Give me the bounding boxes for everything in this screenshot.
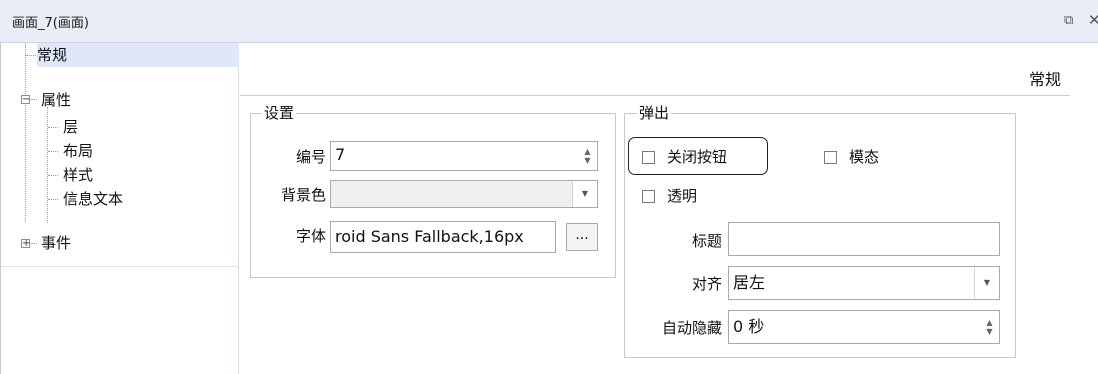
- font-browse-button[interactable]: ...: [566, 223, 598, 251]
- restore-icon[interactable]: ⧉: [1064, 13, 1073, 28]
- tree-connector: [25, 43, 26, 222]
- popup-legend: 弹出: [637, 102, 672, 123]
- number-label: 编号: [295, 148, 326, 166]
- tree-connector: [31, 243, 37, 244]
- checkbox-box[interactable]: [642, 190, 655, 203]
- modal-checkbox[interactable]: 模态: [824, 146, 879, 167]
- font-label: 字体: [295, 227, 326, 245]
- spin-up-icon[interactable]: ▲: [584, 147, 590, 156]
- autohide-value: 0 秒: [733, 317, 765, 336]
- align-label: 对齐: [691, 275, 722, 293]
- checkbox-box[interactable]: [824, 151, 837, 164]
- expand-icon[interactable]: +: [21, 239, 30, 249]
- close-icon[interactable]: ✕: [1088, 11, 1098, 29]
- number-value: 7: [335, 145, 346, 164]
- title-label: 标题: [691, 232, 722, 250]
- collapse-icon[interactable]: −: [21, 95, 30, 105]
- tree-connector: [48, 151, 58, 152]
- tree-item-label: 样式: [63, 166, 94, 184]
- chevron-down-icon[interactable]: ▼: [974, 267, 999, 299]
- tree-item-layout[interactable]: 布局: [63, 139, 93, 163]
- checkbox-box[interactable]: [642, 151, 655, 164]
- tree-connector: [48, 127, 58, 128]
- align-value: 居左: [733, 273, 766, 292]
- tree-item-events[interactable]: 事件: [41, 231, 71, 255]
- transparent-checkbox[interactable]: 透明: [642, 185, 697, 206]
- number-spinbox[interactable]: 7 ▲ ▼: [330, 141, 598, 171]
- tree-connector: [47, 107, 48, 223]
- tree-connector: [48, 175, 58, 176]
- title-input[interactable]: [728, 222, 1000, 256]
- tree-divider: [1, 266, 239, 267]
- spin-buttons[interactable]: ▲ ▼: [579, 143, 596, 169]
- tree-item-label: 常规: [37, 46, 68, 64]
- spin-down-icon[interactable]: ▼: [584, 156, 590, 165]
- close-button-label: 关闭按钮: [667, 148, 728, 166]
- spin-down-icon[interactable]: ▼: [986, 327, 992, 336]
- align-dropdown[interactable]: 居左 ▼: [728, 266, 1000, 300]
- bgcolor-label: 背景色: [280, 186, 326, 204]
- tree-item-style[interactable]: 样式: [63, 163, 93, 187]
- tree-connector: [31, 99, 37, 100]
- modal-label: 模态: [849, 148, 880, 166]
- settings-legend: 设置: [262, 102, 297, 123]
- tree-connector: [48, 199, 58, 200]
- tree-item-layer[interactable]: 层: [63, 115, 78, 139]
- chevron-down-icon[interactable]: ▼: [572, 181, 597, 207]
- tree-item-info-text[interactable]: 信息文本: [63, 187, 123, 211]
- font-value: roid Sans Fallback,16px: [335, 227, 524, 246]
- tree-connector: [26, 55, 36, 56]
- close-button-checkbox[interactable]: 关闭按钮: [642, 146, 727, 167]
- tree-item-label: 层: [63, 118, 79, 136]
- property-tree: 常规 − 属性 层 布局 样式 信息文本 + 事件: [0, 43, 239, 374]
- spin-buttons[interactable]: ▲ ▼: [981, 312, 998, 342]
- font-field[interactable]: roid Sans Fallback,16px: [330, 221, 556, 253]
- tree-item-label: 事件: [41, 234, 72, 252]
- section-heading: 常规: [1029, 70, 1062, 89]
- bgcolor-dropdown[interactable]: ▼: [330, 180, 598, 208]
- section-divider: [240, 95, 1070, 96]
- tree-item-label: 信息文本: [63, 190, 124, 208]
- spin-up-icon[interactable]: ▲: [986, 318, 992, 327]
- tree-item-label: 布局: [63, 142, 94, 160]
- transparent-label: 透明: [667, 187, 698, 205]
- window-title: 画面_7(画面): [12, 16, 89, 31]
- window-titlebar: 画面_7(画面) ⧉ ✕: [0, 0, 1098, 43]
- tree-item-properties[interactable]: 属性: [41, 88, 71, 112]
- tree-item-label: 属性: [41, 91, 72, 109]
- autohide-spinbox[interactable]: 0 秒 ▲ ▼: [728, 310, 1000, 344]
- autohide-label: 自动隐藏: [661, 319, 722, 337]
- tree-item-general[interactable]: 常规: [37, 43, 239, 67]
